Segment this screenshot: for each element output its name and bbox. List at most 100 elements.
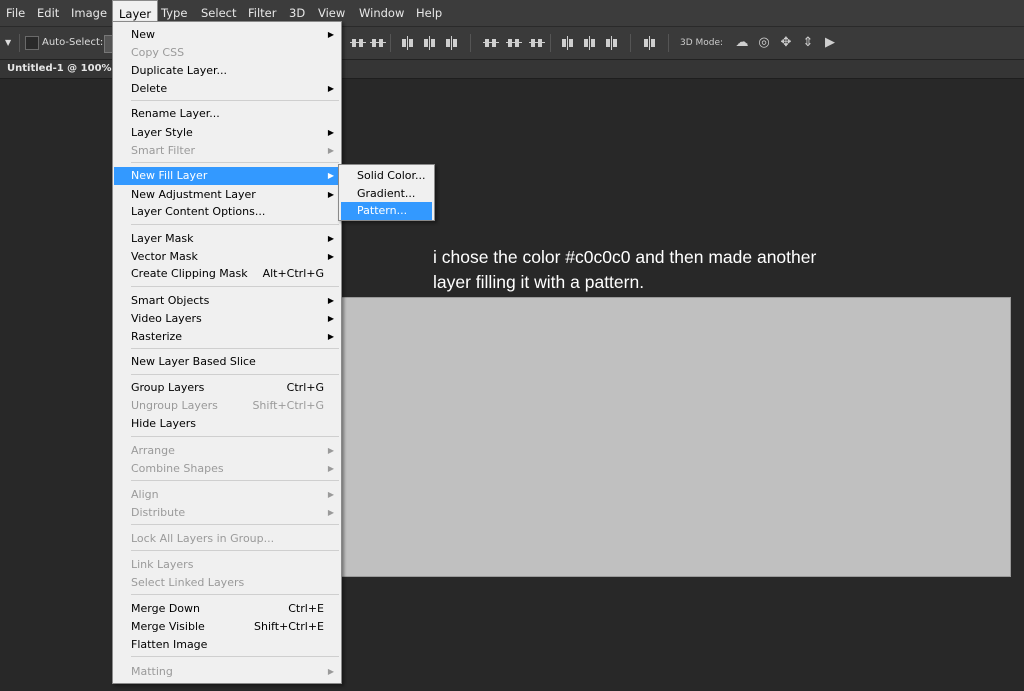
distribute-hcenter-icon[interactable]: [582, 36, 598, 50]
menu-item-label: Link Layers: [131, 558, 194, 571]
menu-item-rename-layer[interactable]: Rename Layer...: [114, 105, 340, 123]
3d-mode-label: 3D Mode:: [680, 38, 724, 48]
options-divider: [19, 34, 20, 52]
submenu-arrow-icon: ▶: [327, 128, 334, 137]
distribute-bottom-icon[interactable]: [529, 36, 545, 50]
menu-item-label: Rasterize: [131, 330, 183, 343]
menu-item-create-clipping-mask[interactable]: Create Clipping Mask Alt+Ctrl+G: [114, 265, 340, 283]
menu-item-merge-visible[interactable]: Merge Visible Shift+Ctrl+E: [114, 618, 340, 636]
menu-item-label: Hide Layers: [131, 417, 196, 430]
submenu-arrow-icon: ▶: [327, 30, 334, 39]
document-tab[interactable]: Untitled-1 @ 100% (C: [7, 62, 127, 76]
menu-item-merge-down[interactable]: Merge Down Ctrl+E: [114, 600, 340, 618]
menu-item-hide-layers[interactable]: Hide Layers: [114, 415, 340, 433]
submenu-item-pattern[interactable]: Pattern...: [341, 202, 432, 220]
3d-rotate-icon[interactable]: ☁: [734, 35, 750, 51]
align-right-icon[interactable]: [444, 36, 460, 50]
menu-item-select-linked-layers[interactable]: Select Linked Layers: [114, 574, 340, 592]
menu-item-label: New Adjustment Layer: [131, 188, 256, 201]
annotation-text: i chose the color #c0c0c0 and then made …: [433, 245, 903, 295]
menu-item-label: Vector Mask: [131, 250, 198, 263]
align-left-icon[interactable]: [400, 36, 416, 50]
align-hcenter-icon[interactable]: [422, 36, 438, 50]
menu-image[interactable]: Image: [65, 0, 113, 26]
submenu-arrow-icon: ▶: [327, 490, 334, 499]
menu-separator: [131, 348, 339, 349]
menu-item-layer-content-options[interactable]: Layer Content Options...: [114, 203, 340, 221]
menu-item-rasterize[interactable]: Rasterize ▶: [114, 328, 340, 346]
3d-pan-icon[interactable]: ✥: [778, 35, 794, 51]
submenu-arrow-icon: ▶: [327, 446, 334, 455]
menu-item-distribute[interactable]: Distribute ▶: [114, 504, 340, 522]
distribute-top-icon[interactable]: [483, 36, 499, 50]
menu-file[interactable]: File: [0, 0, 31, 26]
menu-item-duplicate-layer[interactable]: Duplicate Layer...: [114, 62, 340, 80]
menu-item-vector-mask[interactable]: Vector Mask ▶: [114, 248, 340, 266]
menu-item-delete[interactable]: Delete ▶: [114, 80, 340, 98]
menu-separator: [131, 550, 339, 551]
align-top-icon[interactable]: [350, 36, 366, 50]
menu-item-label: New: [131, 28, 155, 41]
align-vcenter-icon[interactable]: [370, 36, 386, 50]
menu-item-group-layers[interactable]: Group Layers Ctrl+G: [114, 379, 340, 397]
distribute-vcenter-icon[interactable]: [506, 36, 522, 50]
submenu-arrow-icon: ▶: [327, 146, 334, 155]
menu-separator: [131, 374, 339, 375]
tool-preset-dropdown-icon[interactable]: ▼: [5, 36, 15, 50]
menu-item-label: Duplicate Layer...: [131, 64, 228, 77]
menu-item-label: Layer Mask: [131, 232, 194, 245]
submenu-arrow-icon: ▶: [327, 314, 334, 323]
menu-item-layer-mask[interactable]: Layer Mask ▶: [114, 230, 340, 248]
menu-separator: [131, 224, 339, 225]
menu-item-smart-objects[interactable]: Smart Objects ▶: [114, 292, 340, 310]
layer-menu-dropdown: New ▶ Copy CSS Duplicate Layer... Delete ▶…: [112, 21, 342, 684]
3d-scale-icon[interactable]: ▶: [822, 35, 838, 51]
menu-item-video-layers[interactable]: Video Layers ▶: [114, 310, 340, 328]
menu-item-new[interactable]: New ▶: [114, 26, 340, 44]
menu-item-matting[interactable]: Matting ▶: [114, 663, 340, 681]
menu-separator: [131, 100, 339, 101]
options-divider: [470, 34, 471, 52]
menu-item-flatten-image[interactable]: Flatten Image: [114, 636, 340, 654]
menu-item-link-layers[interactable]: Link Layers: [114, 556, 340, 574]
menu-item-label: Video Layers: [131, 312, 202, 325]
menu-item-shortcut: Ctrl+G: [286, 381, 324, 394]
document-canvas[interactable]: [325, 297, 1011, 577]
submenu-item-gradient[interactable]: Gradient...: [341, 185, 432, 203]
menu-item-layer-style[interactable]: Layer Style ▶: [114, 124, 340, 142]
menu-item-label: Combine Shapes: [131, 462, 224, 475]
menu-item-new-fill-layer[interactable]: New Fill Layer ▶: [114, 167, 340, 185]
menu-item-new-adjustment-layer[interactable]: New Adjustment Layer ▶: [114, 186, 340, 204]
menu-item-shortcut: Shift+Ctrl+G: [252, 399, 324, 412]
menu-separator: [131, 656, 339, 657]
auto-select-checkbox[interactable]: [25, 36, 39, 50]
menu-item-arrange[interactable]: Arrange ▶: [114, 442, 340, 460]
menu-item-ungroup-layers[interactable]: Ungroup Layers Shift+Ctrl+G: [114, 397, 340, 415]
menu-item-label: Merge Down: [131, 602, 201, 615]
menu-separator: [131, 594, 339, 595]
options-divider: [668, 34, 669, 52]
menu-help[interactable]: Help: [410, 0, 448, 26]
menu-item-label: Delete: [131, 82, 168, 95]
menu-item-shortcut: Alt+Ctrl+G: [262, 267, 324, 280]
submenu-arrow-icon: ▶: [327, 296, 334, 305]
3d-slide-icon[interactable]: ⇕: [800, 35, 816, 51]
menu-separator: [131, 480, 339, 481]
menu-item-lock-all-layers[interactable]: Lock All Layers in Group...: [114, 530, 340, 548]
submenu-arrow-icon: ▶: [327, 508, 334, 517]
menu-item-align[interactable]: Align ▶: [114, 486, 340, 504]
3d-roll-icon[interactable]: ◎: [756, 35, 772, 51]
distribute-right-icon[interactable]: [604, 36, 620, 50]
submenu-item-solid-color[interactable]: Solid Color...: [341, 167, 432, 185]
menu-item-copy-css[interactable]: Copy CSS: [114, 44, 340, 62]
distribute-left-icon[interactable]: [560, 36, 576, 50]
menu-window[interactable]: Window: [353, 0, 410, 26]
menu-item-combine-shapes[interactable]: Combine Shapes ▶: [114, 460, 340, 478]
menu-item-new-layer-based-slice[interactable]: New Layer Based Slice: [114, 353, 340, 371]
menu-item-smart-filter[interactable]: Smart Filter ▶: [114, 142, 340, 160]
menu-edit[interactable]: Edit: [31, 0, 65, 26]
menu-item-label: New Fill Layer: [131, 169, 208, 182]
menu-item-label: Distribute: [131, 506, 186, 519]
auto-select-label: Auto-Select:: [42, 37, 104, 48]
auto-align-icon[interactable]: [642, 36, 658, 50]
